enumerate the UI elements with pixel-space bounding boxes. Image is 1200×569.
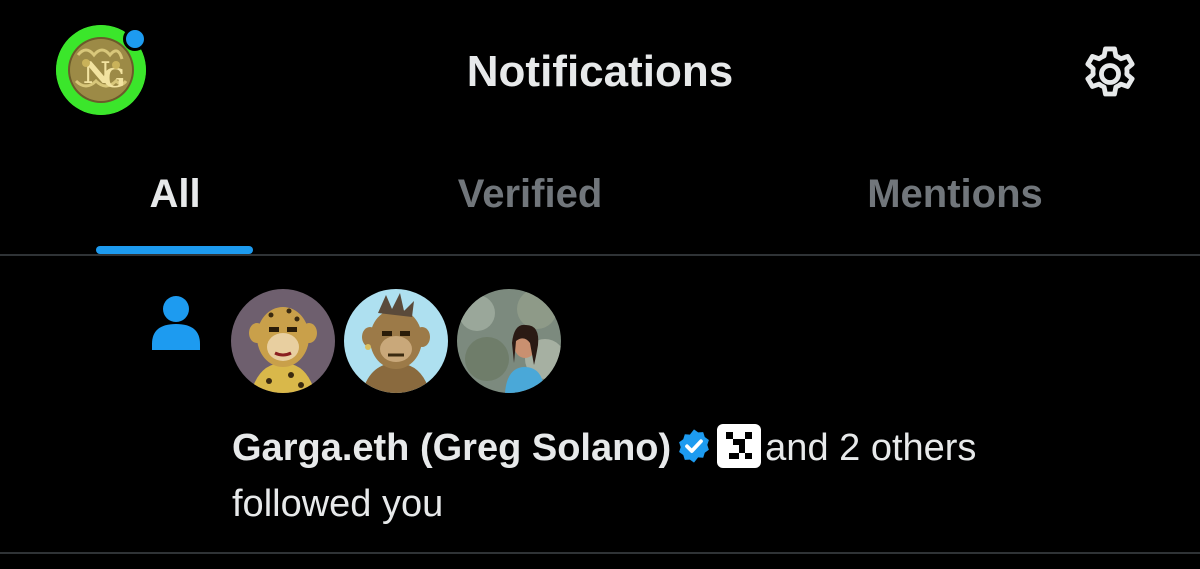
notification-item-follow[interactable]: Garga.eth (Greg Solano) and 2 others fol… xyxy=(0,256,1200,552)
ape-avatar-leopard-icon xyxy=(231,289,335,393)
settings-button[interactable] xyxy=(1078,42,1142,106)
verified-badge-icon xyxy=(679,429,710,463)
notification-text: Garga.eth (Greg Solano) and 2 others fol… xyxy=(232,420,1152,532)
tab-all[interactable]: All xyxy=(96,170,254,230)
active-tab-indicator xyxy=(96,246,253,254)
gear-icon xyxy=(1085,46,1135,97)
person-icon xyxy=(150,294,202,350)
notification-divider xyxy=(0,552,1200,554)
page-title: Notifications xyxy=(466,47,734,96)
ape-avatar-blue-icon xyxy=(344,289,448,393)
others-count-text: and 2 others xyxy=(765,427,977,469)
follower-avatar[interactable] xyxy=(344,289,448,393)
follower-avatar[interactable] xyxy=(457,289,561,393)
follower-avatar[interactable] xyxy=(231,289,335,393)
notification-action-text: followed you xyxy=(232,483,444,525)
tab-mentions[interactable]: Mentions xyxy=(830,170,1080,230)
top-header: N G Notifications xyxy=(0,0,1200,140)
photo-avatar-icon xyxy=(457,289,561,393)
user-name-link[interactable]: Garga.eth (Greg Solano) xyxy=(232,427,671,469)
notification-tabs: All Verified Mentions xyxy=(0,150,1200,254)
affiliate-badge-icon xyxy=(717,424,762,468)
tab-verified[interactable]: Verified xyxy=(420,170,640,230)
